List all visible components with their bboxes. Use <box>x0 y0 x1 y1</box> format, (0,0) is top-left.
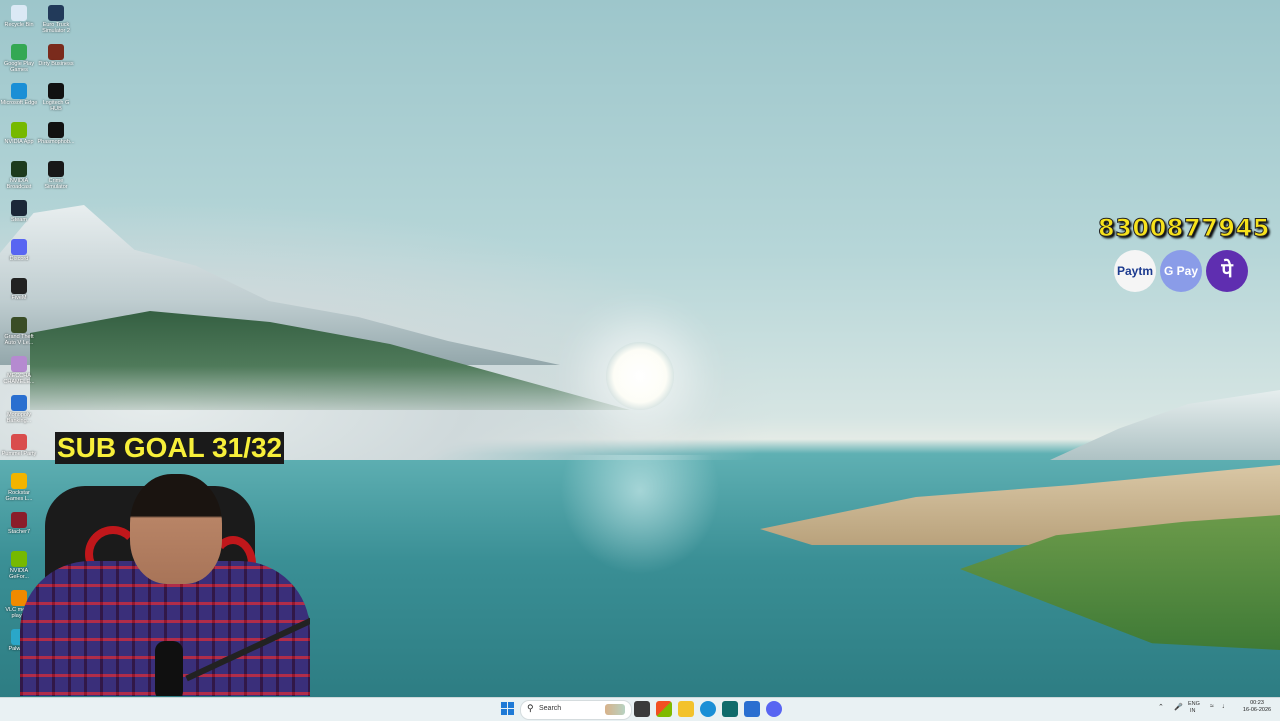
start-button[interactable] <box>500 701 516 717</box>
desktop-icon-label: FiveM <box>11 295 27 301</box>
desktop-icon-label: Recycle Bin <box>4 22 34 28</box>
desktop-icon[interactable]: MECCHA CHAMELE... <box>0 353 38 391</box>
desktop-icon[interactable]: NVIDIA App <box>0 119 38 157</box>
task-view-icon[interactable] <box>634 701 650 717</box>
desktop-icon[interactable]: Euro Truck Simulator 2 <box>37 2 75 40</box>
desktop-icon-image <box>11 317 27 333</box>
clock-date: 16-06-2026 <box>1242 707 1272 713</box>
desktop-icon[interactable]: Recycle Bin <box>0 2 38 40</box>
desktop-icon[interactable]: Microsoft Edge <box>0 80 38 118</box>
desktop-icon-image <box>11 356 27 372</box>
desktop-icon[interactable]: Monopoly Banking... <box>0 392 38 430</box>
desktop-icon-image <box>48 83 64 99</box>
desktop-icon[interactable]: Pummel Party <box>0 431 38 469</box>
desktop-icon[interactable]: Phasmophob... <box>37 119 75 157</box>
taskbar: ⚲ Search ⌃ 🎤 ENG IN ≈ ♩ 00:23 16-06-2026 <box>0 697 1280 721</box>
sub-goal-counter: SUB GOAL 31/32 <box>55 432 285 464</box>
desktop-icon-label: Steam <box>11 217 27 223</box>
taskbar-clock[interactable]: 00:23 16-06-2026 <box>1238 700 1276 714</box>
desktop-icon-label: Crime Simulator <box>44 178 68 190</box>
edge-icon[interactable] <box>700 701 716 717</box>
desktop-icon-image <box>48 122 64 138</box>
search-placeholder: Search <box>539 705 562 712</box>
wallpaper-sun <box>606 342 674 410</box>
desktop-icon[interactable]: Logitech G HUB <box>37 80 75 118</box>
microphone-tray-icon[interactable]: 🎤 <box>1174 703 1183 711</box>
desktop-icon[interactable]: Steam <box>0 197 38 235</box>
desktop-icon-label: MECCHA CHAMELE... <box>3 373 35 385</box>
desktop-icon-label: NVIDIA Broadcast <box>6 178 32 190</box>
chevron-up-icon[interactable]: ⌃ <box>1158 703 1164 711</box>
desktop-icon[interactable]: NVIDIA Broadcast <box>0 158 38 196</box>
donation-overlay: 8300877945 Paytm G Pay पे <box>1098 214 1271 294</box>
taskbar-search[interactable]: ⚲ Search <box>520 700 632 720</box>
microphone-icon <box>155 641 183 696</box>
desktop-icon-image <box>11 122 27 138</box>
desktop-icon-label: Microsoft Edge <box>0 100 38 106</box>
desktop-icon-label: Google Play Games <box>4 61 34 73</box>
phonepe-icon: पे <box>1206 250 1248 292</box>
streamer-head <box>130 474 222 584</box>
desktop-icon-label: Monopoly Banking... <box>6 412 32 424</box>
desktop-icon-image <box>48 44 64 60</box>
donation-phone-number: 8300877945 <box>1098 214 1271 243</box>
clock-time: 00:23 <box>1250 700 1264 706</box>
language-region: IN <box>1190 708 1196 714</box>
desktop-icon-label: Phasmophob... <box>37 139 75 145</box>
desktop-icon-image <box>11 395 27 411</box>
gpay-icon: G Pay <box>1160 250 1202 292</box>
desktop-icon-image <box>11 44 27 60</box>
desktop-icon-label: Pummel Party <box>1 451 37 457</box>
app-icon-2[interactable] <box>744 701 760 717</box>
desktop-icon[interactable]: Discord <box>0 236 38 274</box>
desktop-icon-label: Discord <box>9 256 29 262</box>
discord-taskbar-icon[interactable] <box>766 701 782 717</box>
desktop-icon-image <box>48 5 64 21</box>
desktop-icon-image <box>11 278 27 294</box>
desktop-icon-image <box>11 434 27 450</box>
desktop-icon[interactable]: FiveM <box>0 275 38 313</box>
store-icon[interactable] <box>656 701 672 717</box>
wallpaper-sun-reflection <box>560 455 720 575</box>
desktop-icon-label: Dirty Business <box>38 61 74 67</box>
desktop-icon[interactable]: Crime Simulator <box>37 158 75 196</box>
desktop-icon-image <box>11 5 27 21</box>
desktop-icon-image <box>11 83 27 99</box>
app-icon-1[interactable] <box>722 701 738 717</box>
file-explorer-icon[interactable] <box>678 701 694 717</box>
language-top: ENG <box>1188 701 1200 707</box>
desktop-icon[interactable]: Grand Theft Auto V Le... <box>0 314 38 352</box>
webcam-overlay <box>0 466 310 696</box>
desktop-icon-label: NVIDIA App <box>4 139 34 145</box>
search-icon: ⚲ <box>527 703 534 713</box>
search-highlight-image <box>605 704 625 715</box>
desktop-icon-image <box>48 161 64 177</box>
desktop-icon-label: Euro Truck Simulator 2 <box>42 22 70 34</box>
volume-icon[interactable]: ♩ <box>1222 703 1229 710</box>
wallpaper-mountain-right <box>1050 390 1280 460</box>
paytm-icon: Paytm <box>1114 250 1156 292</box>
wifi-icon[interactable]: ≈ <box>1210 703 1214 710</box>
desktop-icon-image <box>11 200 27 216</box>
desktop-icon[interactable]: Google Play Games <box>0 41 38 79</box>
desktop-icon[interactable]: Dirty Business <box>37 41 75 79</box>
desktop-icon-image <box>11 161 27 177</box>
desktop-icon-label: Logitech G HUB <box>42 100 70 112</box>
desktop-icon-image <box>11 239 27 255</box>
desktop-icon-label: Grand Theft Auto V Le... <box>4 334 34 346</box>
